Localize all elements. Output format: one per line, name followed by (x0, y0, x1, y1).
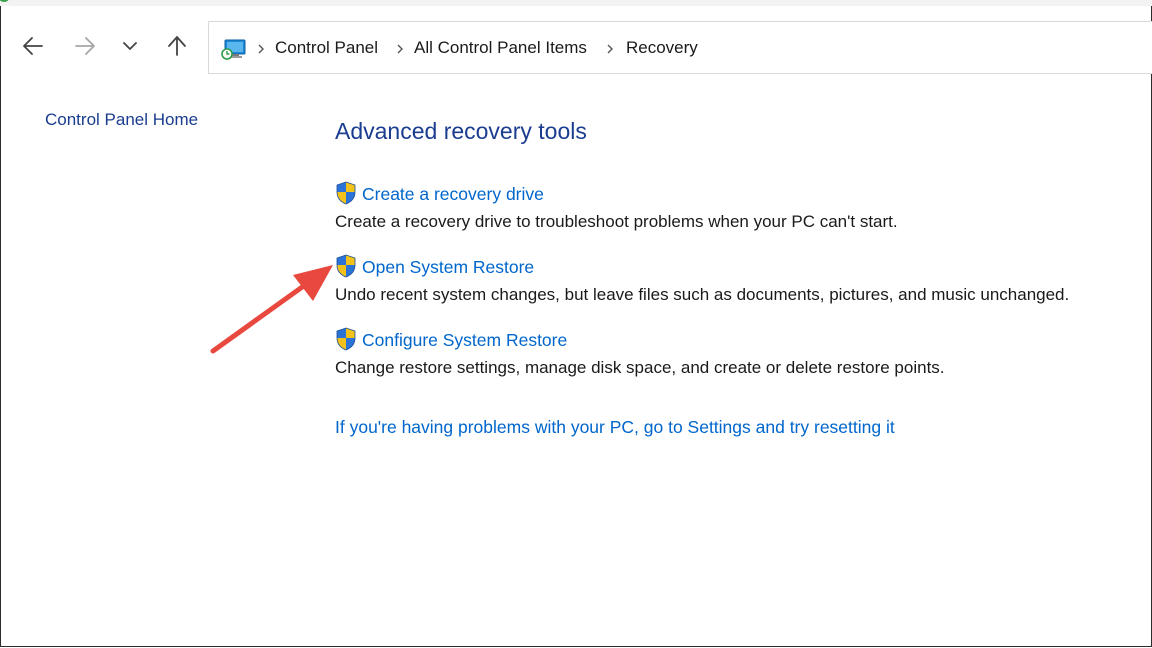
window-frame (0, 0, 1152, 647)
control-panel-home-link[interactable]: Control Panel Home (45, 110, 198, 130)
chevron-down-icon (123, 42, 137, 50)
breadcrumb-all-items[interactable]: All Control Panel Items (414, 38, 587, 58)
control-panel-icon (221, 39, 246, 60)
reset-pc-settings-link[interactable]: If you're having problems with your PC, … (335, 417, 895, 438)
configure-system-restore-link[interactable]: Configure System Restore (335, 327, 568, 351)
forward-button[interactable] (71, 32, 99, 60)
breadcrumb-separator-icon (607, 44, 613, 54)
arrow-up-icon (168, 36, 186, 56)
configure-system-restore-description: Change restore settings, manage disk spa… (335, 358, 945, 377)
arrow-left-icon (23, 37, 43, 55)
uac-shield-icon (336, 181, 356, 204)
breadcrumb-control-panel[interactable]: Control Panel (275, 38, 378, 58)
navigation-bar: Control Panel All Control Panel Items Re… (0, 18, 1152, 76)
open-system-restore-description: Undo recent system changes, but leave fi… (335, 285, 1070, 304)
item-label: Configure System Restore (362, 330, 568, 350)
item-label: Create a recovery drive (362, 184, 544, 204)
breadcrumb-separator-icon (397, 44, 403, 54)
arrow-right-icon (75, 37, 95, 55)
breadcrumb-separator-icon (258, 44, 264, 54)
create-recovery-drive-link[interactable]: Create a recovery drive (335, 181, 544, 205)
annotation-arrow-icon (210, 265, 333, 354)
address-bar[interactable]: Control Panel All Control Panel Items Re… (208, 21, 1152, 74)
back-button[interactable] (19, 32, 47, 60)
up-button[interactable] (163, 32, 191, 60)
recent-locations-button[interactable] (116, 32, 144, 60)
breadcrumb-recovery[interactable]: Recovery (626, 38, 698, 58)
page-title: Advanced recovery tools (335, 118, 587, 144)
create-recovery-drive-description: Create a recovery drive to troubleshoot … (335, 212, 898, 231)
open-system-restore-link[interactable]: Open System Restore (335, 254, 535, 278)
item-label: Open System Restore (362, 257, 535, 277)
title-bar (0, 0, 1152, 6)
app-icon (0, 0, 9, 2)
